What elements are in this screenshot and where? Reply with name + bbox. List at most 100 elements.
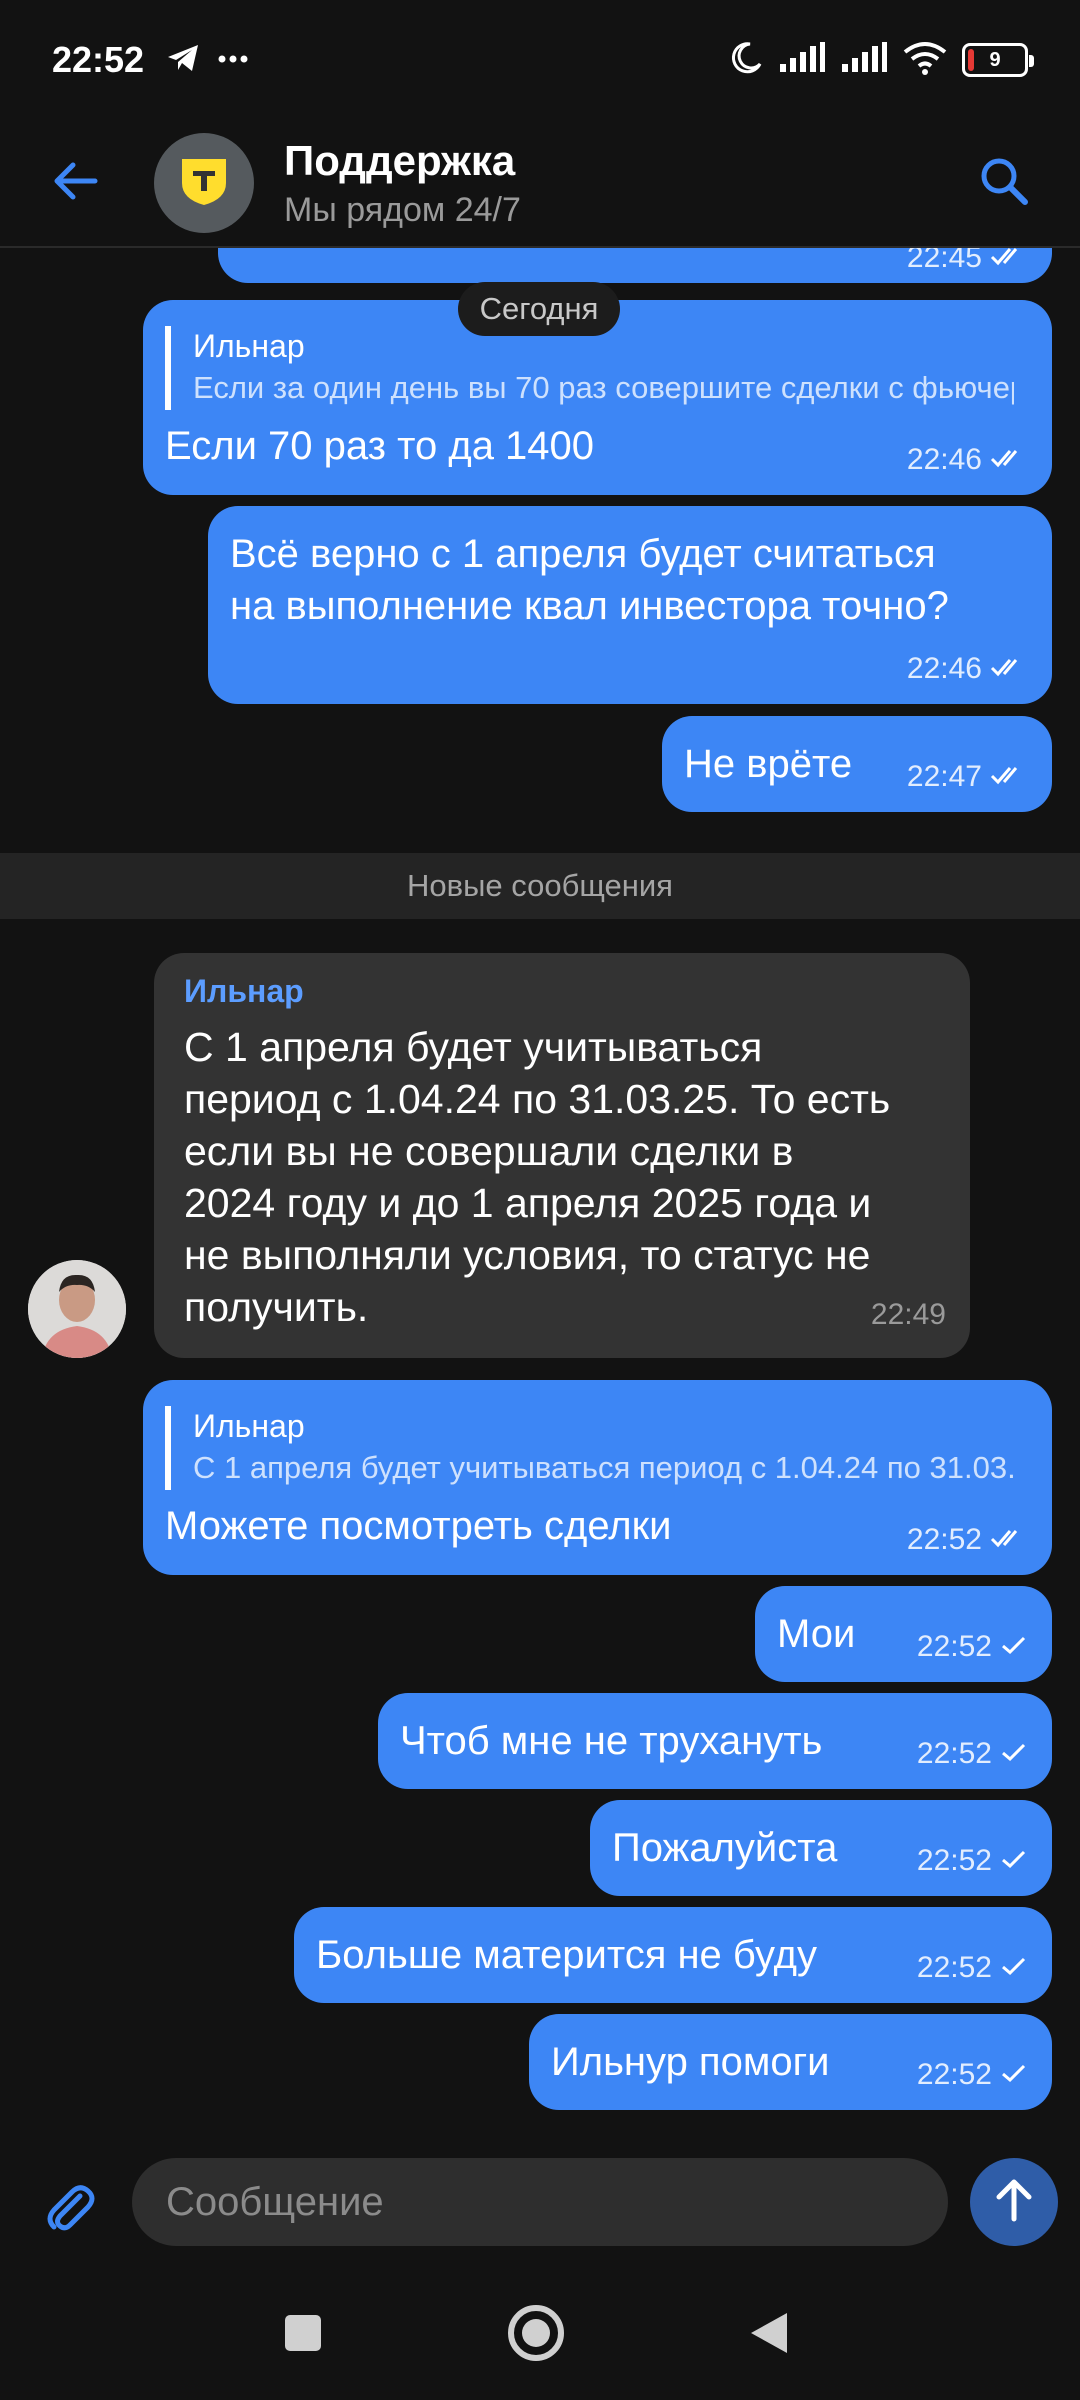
message-time: 22:46 [906,443,982,476]
attach-button[interactable] [30,2170,110,2250]
bank-logo-icon [176,153,232,214]
message-meta: 22:52 [907,1523,1028,1557]
message-list[interactable]: 22:45 Сегодня Ильнар Если за один день в… [0,248,1080,2128]
check-icon [1000,2058,1028,2092]
battery-level: 9 [989,48,1001,71]
signal-icon [778,41,826,79]
double-check-icon [990,652,1028,686]
message-bubble[interactable]: Ильнур помоги 22:52 [529,2014,1052,2110]
incoming-message-bubble[interactable]: Ильнар С 1 апреля будет учитываться пери… [154,953,970,1358]
double-check-icon [990,443,1028,477]
double-check-icon [990,760,1028,794]
message-text: Мои [777,1612,856,1656]
check-icon [1000,1737,1028,1771]
message-time: 22:52 [916,2058,992,2091]
message-line: Всё верно с 1 апреля будет считаться [230,532,936,576]
reply-snippet: Если за один день вы 70 раз совершите сд… [193,370,1014,405]
message-meta: 22:52 [917,1737,1028,1771]
check-icon [1000,1630,1028,1664]
message-time: 22:45 [906,248,982,274]
chat-title: Поддержка [284,136,516,184]
reply-snippet: С 1 апреля будет учитываться период с 1.… [193,1450,1014,1485]
message-meta: 22:47 [907,760,1028,794]
message-meta: 22:45 [907,248,1028,275]
message-text: Пожалуйста [612,1826,838,1870]
message-meta: 22:46 [907,652,1028,686]
message-line: 2024 году и до 1 апреля 2025 года и [184,1180,872,1226]
signal-icon-2 [840,41,888,79]
check-icon [1000,1951,1028,1985]
composer [0,2140,1080,2270]
message-bubble[interactable]: Чтоб мне не трухануть 22:52 [378,1693,1052,1789]
message-time: 22:47 [906,760,982,793]
sender-avatar[interactable] [28,1260,126,1358]
circle-icon [507,2304,565,2367]
message-bubble[interactable]: Мои 22:52 [755,1586,1052,1682]
status-bar: 22:52 9 [0,0,1080,120]
message-meta: 22:52 [917,1951,1028,1985]
message-time: 22:46 [906,652,982,685]
message-text: Чтоб мне не трухануть [400,1719,823,1763]
message-line: получить. [184,1284,369,1330]
arrow-up-icon [994,2177,1034,2228]
wifi-icon [902,41,948,80]
message-line: не выполняли условия, то статус не [184,1232,871,1278]
chat-subtitle: Мы рядом 24/7 [284,190,521,229]
message-meta: 22:52 [917,1844,1028,1878]
message-bubble[interactable]: Ильнар С 1 апреля будет учитываться пери… [143,1380,1052,1575]
message-text: Всё верно с 1 апреля будет считаться на … [230,528,949,632]
message-line: С 1 апреля будет учитываться [184,1024,763,1070]
message-line: период с 1.04.24 по 31.03.25. То есть [184,1076,891,1122]
telegram-icon [166,43,200,78]
message-text: Можете посмотреть сделки [165,1504,672,1548]
search-button[interactable] [964,143,1044,223]
moon-icon [728,40,764,81]
more-dots-icon [218,51,248,69]
chat-title-block[interactable]: Поддержка Мы рядом 24/7 [284,137,521,230]
message-time: 22:52 [916,1844,992,1877]
message-time: 22:49 [870,1298,946,1331]
home-button[interactable] [491,2290,581,2380]
message-text: Больше матерится не буду [316,1933,817,1977]
recents-button[interactable] [258,2290,348,2380]
back-button[interactable] [30,138,120,228]
send-button[interactable] [970,2158,1058,2246]
chat-header: Поддержка Мы рядом 24/7 [0,120,1080,248]
triangle-icon [747,2309,791,2362]
message-time: 22:52 [916,1951,992,1984]
message-bubble[interactable]: 22:45 [218,248,1052,283]
message-text: Не врёте [684,742,853,786]
message-line: на выполнение квал инвестора точно? [230,584,949,628]
system-nav-bar [0,2270,1080,2400]
nav-back-button[interactable] [724,2290,814,2380]
status-time: 22:52 [52,39,145,80]
double-check-icon [990,1523,1028,1557]
message-meta: 22:46 [907,443,1028,477]
battery-icon: 9 [962,43,1034,77]
message-line: если вы не совершали сделки в [184,1128,794,1174]
message-bubble[interactable]: Всё верно с 1 апреля будет считаться на … [208,506,1052,704]
message-time: 22:52 [916,1630,992,1663]
message-input[interactable] [132,2158,948,2246]
message-bubble[interactable]: Не врёте 22:47 [662,716,1052,812]
reply-preview[interactable]: Ильнар С 1 апреля будет учитываться пери… [165,1406,1014,1490]
message-text: С 1 апреля будет учитываться период с 1.… [184,1021,944,1333]
back-arrow-icon [51,161,99,206]
search-icon [978,155,1030,212]
message-bubble[interactable]: Больше матерится не буду 22:52 [294,1907,1052,2003]
chat-avatar[interactable] [154,133,254,233]
date-separator: Сегодня [458,282,620,336]
sender-name[interactable]: Ильнар [184,973,304,1010]
message-bubble[interactable]: Пожалуйста 22:52 [590,1800,1052,1896]
new-messages-divider: Новые сообщения [0,853,1080,919]
message-time: 22:52 [916,1737,992,1770]
square-icon [283,2313,323,2358]
reply-preview[interactable]: Ильнар Если за один день вы 70 раз совер… [165,326,1014,410]
reply-author: Ильнар [193,1408,305,1444]
message-meta: 22:52 [917,1630,1028,1664]
double-check-icon [990,248,1028,275]
paperclip-icon [42,2180,98,2241]
message-text: Если 70 раз то да 1400 [165,424,595,468]
message-meta: 22:52 [917,2058,1028,2092]
message-time: 22:52 [906,1523,982,1556]
